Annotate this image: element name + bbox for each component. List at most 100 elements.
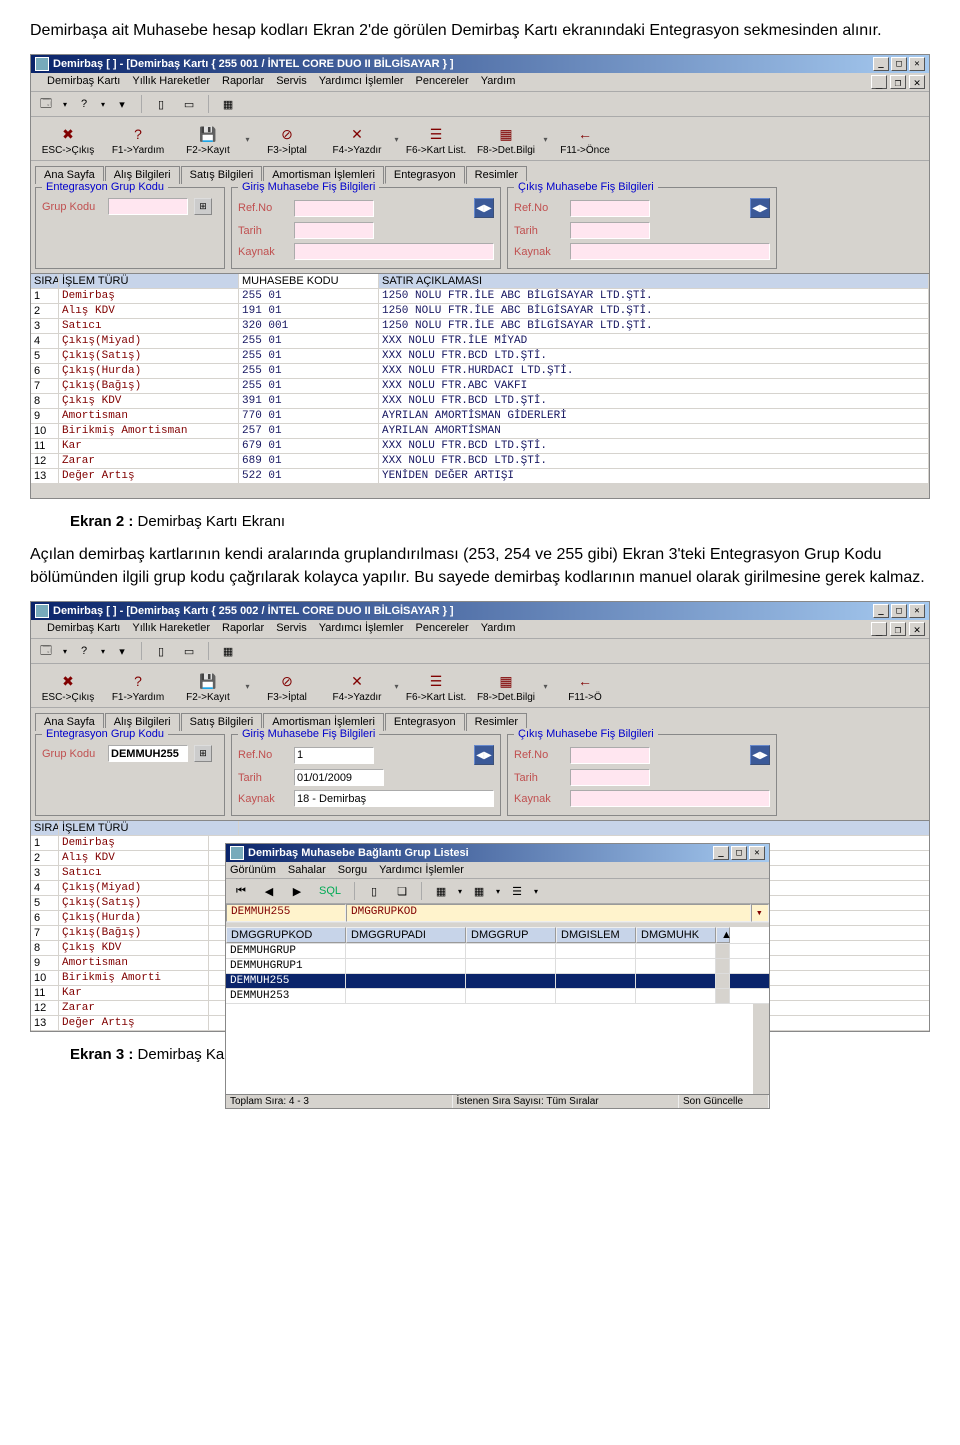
tool-1[interactable]: 🗔 (35, 641, 57, 661)
fn-f1[interactable]: ?F1->Yardım (103, 121, 173, 158)
list-item[interactable]: DEMMUHGRUP (226, 944, 769, 959)
col-islem[interactable]: İŞLEM TÜRÜ (59, 821, 239, 835)
nav-button[interactable]: ◀▶ (474, 745, 494, 765)
table-row[interactable]: 4Çıkış(Miyad)255 01XXX NOLU FTR.İLE MİYA… (31, 334, 929, 349)
table-row[interactable]: 10Birikmiş Amortisman257 01AYRILAN AMORT… (31, 424, 929, 439)
scroll-track[interactable] (716, 989, 730, 1003)
col-satir[interactable]: SATIR AÇIKLAMASI (379, 274, 929, 288)
tool-3[interactable]: ▾ (111, 641, 133, 661)
fn-f8[interactable]: ▦F8->Det.Bilgi (471, 668, 541, 705)
scroll-track[interactable] (716, 944, 730, 958)
table-row[interactable]: 7Çıkış(Bağış)255 01XXX NOLU FTR.ABC VAKF… (31, 379, 929, 394)
mdi-restore[interactable]: ❐ (890, 622, 906, 636)
tab-entegrasyon[interactable]: Entegrasyon (385, 713, 465, 731)
input-tarih-cikis[interactable] (570, 222, 650, 239)
tab-entegrasyon[interactable]: Entegrasyon (385, 166, 465, 184)
fn-f11[interactable]: ←F11->Ö (550, 668, 620, 705)
fn-f4[interactable]: ✕F4->Yazdır (322, 668, 392, 705)
lookup-button[interactable]: ⊞ (194, 198, 212, 215)
table-row[interactable]: 9Amortisman770 01AYRILAN AMORTİSMAN GİDE… (31, 409, 929, 424)
table-row[interactable]: 11Kar679 01XXX NOLU FTR.BCD LTD.ŞTİ. (31, 439, 929, 454)
col-muhk[interactable]: DMGMUHK (636, 927, 716, 943)
col-sira[interactable]: SIRA N (31, 274, 59, 288)
fn-f8[interactable]: ▦F8->Det.Bilgi (471, 121, 541, 158)
close-button[interactable]: ✕ (749, 846, 765, 860)
menu-item[interactable]: Yıllık Hareketler (132, 622, 210, 636)
col-islem[interactable]: DMGISLEM (556, 927, 636, 943)
fn-f4[interactable]: ✕F4->Yazdır (322, 121, 392, 158)
tool-6[interactable]: ▦ (217, 94, 239, 114)
input-refno-cikis[interactable] (570, 747, 650, 764)
tool-6[interactable]: ▦ (217, 641, 239, 661)
menu-item[interactable]: Demirbaş Kartı (47, 622, 120, 636)
table-row[interactable]: 8Çıkış KDV391 01XXX NOLU FTR.BCD LTD.ŞTİ… (31, 394, 929, 409)
mdi-close[interactable]: ✕ (909, 75, 925, 89)
fn-f2[interactable]: 💾F2->Kayıt (173, 668, 243, 705)
filter-sort[interactable]: DMGGRUPKOD (346, 904, 751, 922)
mdi-close[interactable]: ✕ (909, 622, 925, 636)
tool-b[interactable]: ❏ (391, 881, 413, 901)
menu-item[interactable]: Yardım (481, 75, 516, 89)
table-row[interactable]: 5Çıkış(Satış)255 01XXX NOLU FTR.BCD LTD.… (31, 349, 929, 364)
fn-f6[interactable]: ☰F6->Kart List. (401, 668, 471, 705)
mdi-minimize[interactable]: _ (871, 622, 887, 636)
input-kaynak-cikis[interactable] (570, 790, 770, 807)
tool-a[interactable]: ▯ (363, 881, 385, 901)
nav-next[interactable]: ▶ (286, 881, 308, 901)
col-islem[interactable]: İŞLEM TÜRÜ (59, 274, 239, 288)
menu-item[interactable]: Görünüm (230, 864, 276, 876)
input-grup-kodu[interactable]: DEMMUH255 (108, 745, 188, 762)
sql-button[interactable]: SQL (314, 881, 346, 901)
filter-dropdown[interactable]: ▾ (751, 904, 769, 922)
col-sira[interactable]: SIRA N (31, 821, 59, 835)
list-item[interactable]: DEMMUH253 (226, 989, 769, 1004)
filter-input[interactable]: DEMMUH255 (226, 904, 346, 922)
table-row[interactable]: 2Alış KDV191 011250 NOLU FTR.İLE ABC BİL… (31, 304, 929, 319)
menu-item[interactable]: Pencereler (416, 75, 469, 89)
mdi-minimize[interactable]: _ (871, 75, 887, 89)
input-refno-cikis[interactable] (570, 200, 650, 217)
minimize-button[interactable]: _ (713, 846, 729, 860)
input-tarih-giris[interactable] (294, 222, 374, 239)
tool-c[interactable]: ▦ (468, 881, 490, 901)
menu-item[interactable]: Yardımcı İşlemler (379, 864, 464, 876)
menu-item[interactable]: Raporlar (222, 75, 264, 89)
menu-item[interactable]: Yıllık Hareketler (132, 75, 210, 89)
mdi-restore[interactable]: ❐ (890, 75, 906, 89)
menu-item[interactable]: Sorgu (338, 864, 367, 876)
maximize-button[interactable]: □ (891, 604, 907, 618)
fn-esc[interactable]: ✖ESC->Çıkış (33, 668, 103, 705)
input-tarih-giris[interactable]: 01/01/2009 (294, 769, 384, 786)
maximize-button[interactable]: □ (731, 846, 747, 860)
menu-item[interactable]: Demirbaş Kartı (47, 75, 120, 89)
scrollbar[interactable] (31, 484, 929, 498)
scroll-up[interactable]: ▲ (716, 927, 730, 943)
menu-item[interactable]: Raporlar (222, 622, 264, 636)
input-kaynak-cikis[interactable] (570, 243, 770, 260)
menu-item[interactable]: Yardımcı İşlemler (319, 75, 404, 89)
input-tarih-cikis[interactable] (570, 769, 650, 786)
fn-f6[interactable]: ☰F6->Kart List. (401, 121, 471, 158)
nav-button[interactable]: ◀▶ (750, 198, 770, 218)
table-row[interactable]: 12Zarar689 01XXX NOLU FTR.BCD LTD.ŞTİ. (31, 454, 929, 469)
lookup-button[interactable]: ⊞ (194, 745, 212, 762)
menu-item[interactable]: Yardımcı İşlemler (319, 622, 404, 636)
tool-3[interactable]: ▾ (111, 94, 133, 114)
tool-2[interactable]: ? (73, 94, 95, 114)
nav-first[interactable]: ⏮ (230, 881, 252, 901)
tool-2[interactable]: ? (73, 641, 95, 661)
menu-item[interactable]: Sahalar (288, 864, 326, 876)
nav-button[interactable]: ◀▶ (750, 745, 770, 765)
list-item[interactable]: DEMMUH255 (226, 974, 769, 989)
menu-item[interactable]: Pencereler (416, 622, 469, 636)
col-grupadi[interactable]: DMGGRUPADI (346, 927, 466, 943)
col-grupkod[interactable]: DMGGRUPKOD (226, 927, 346, 943)
input-kaynak-giris[interactable] (294, 243, 494, 260)
nav-prev[interactable]: ◀ (258, 881, 280, 901)
table-row[interactable]: 6Çıkış(Hurda)255 01XXX NOLU FTR.HURDACI … (31, 364, 929, 379)
nav-button[interactable]: ◀▶ (474, 198, 494, 218)
excel-icon[interactable]: ▦ (430, 881, 452, 901)
scroll-track[interactable] (716, 974, 730, 988)
fn-esc[interactable]: ✖ESC->Çıkış (33, 121, 103, 158)
col-grup[interactable]: DMGGRUP (466, 927, 556, 943)
